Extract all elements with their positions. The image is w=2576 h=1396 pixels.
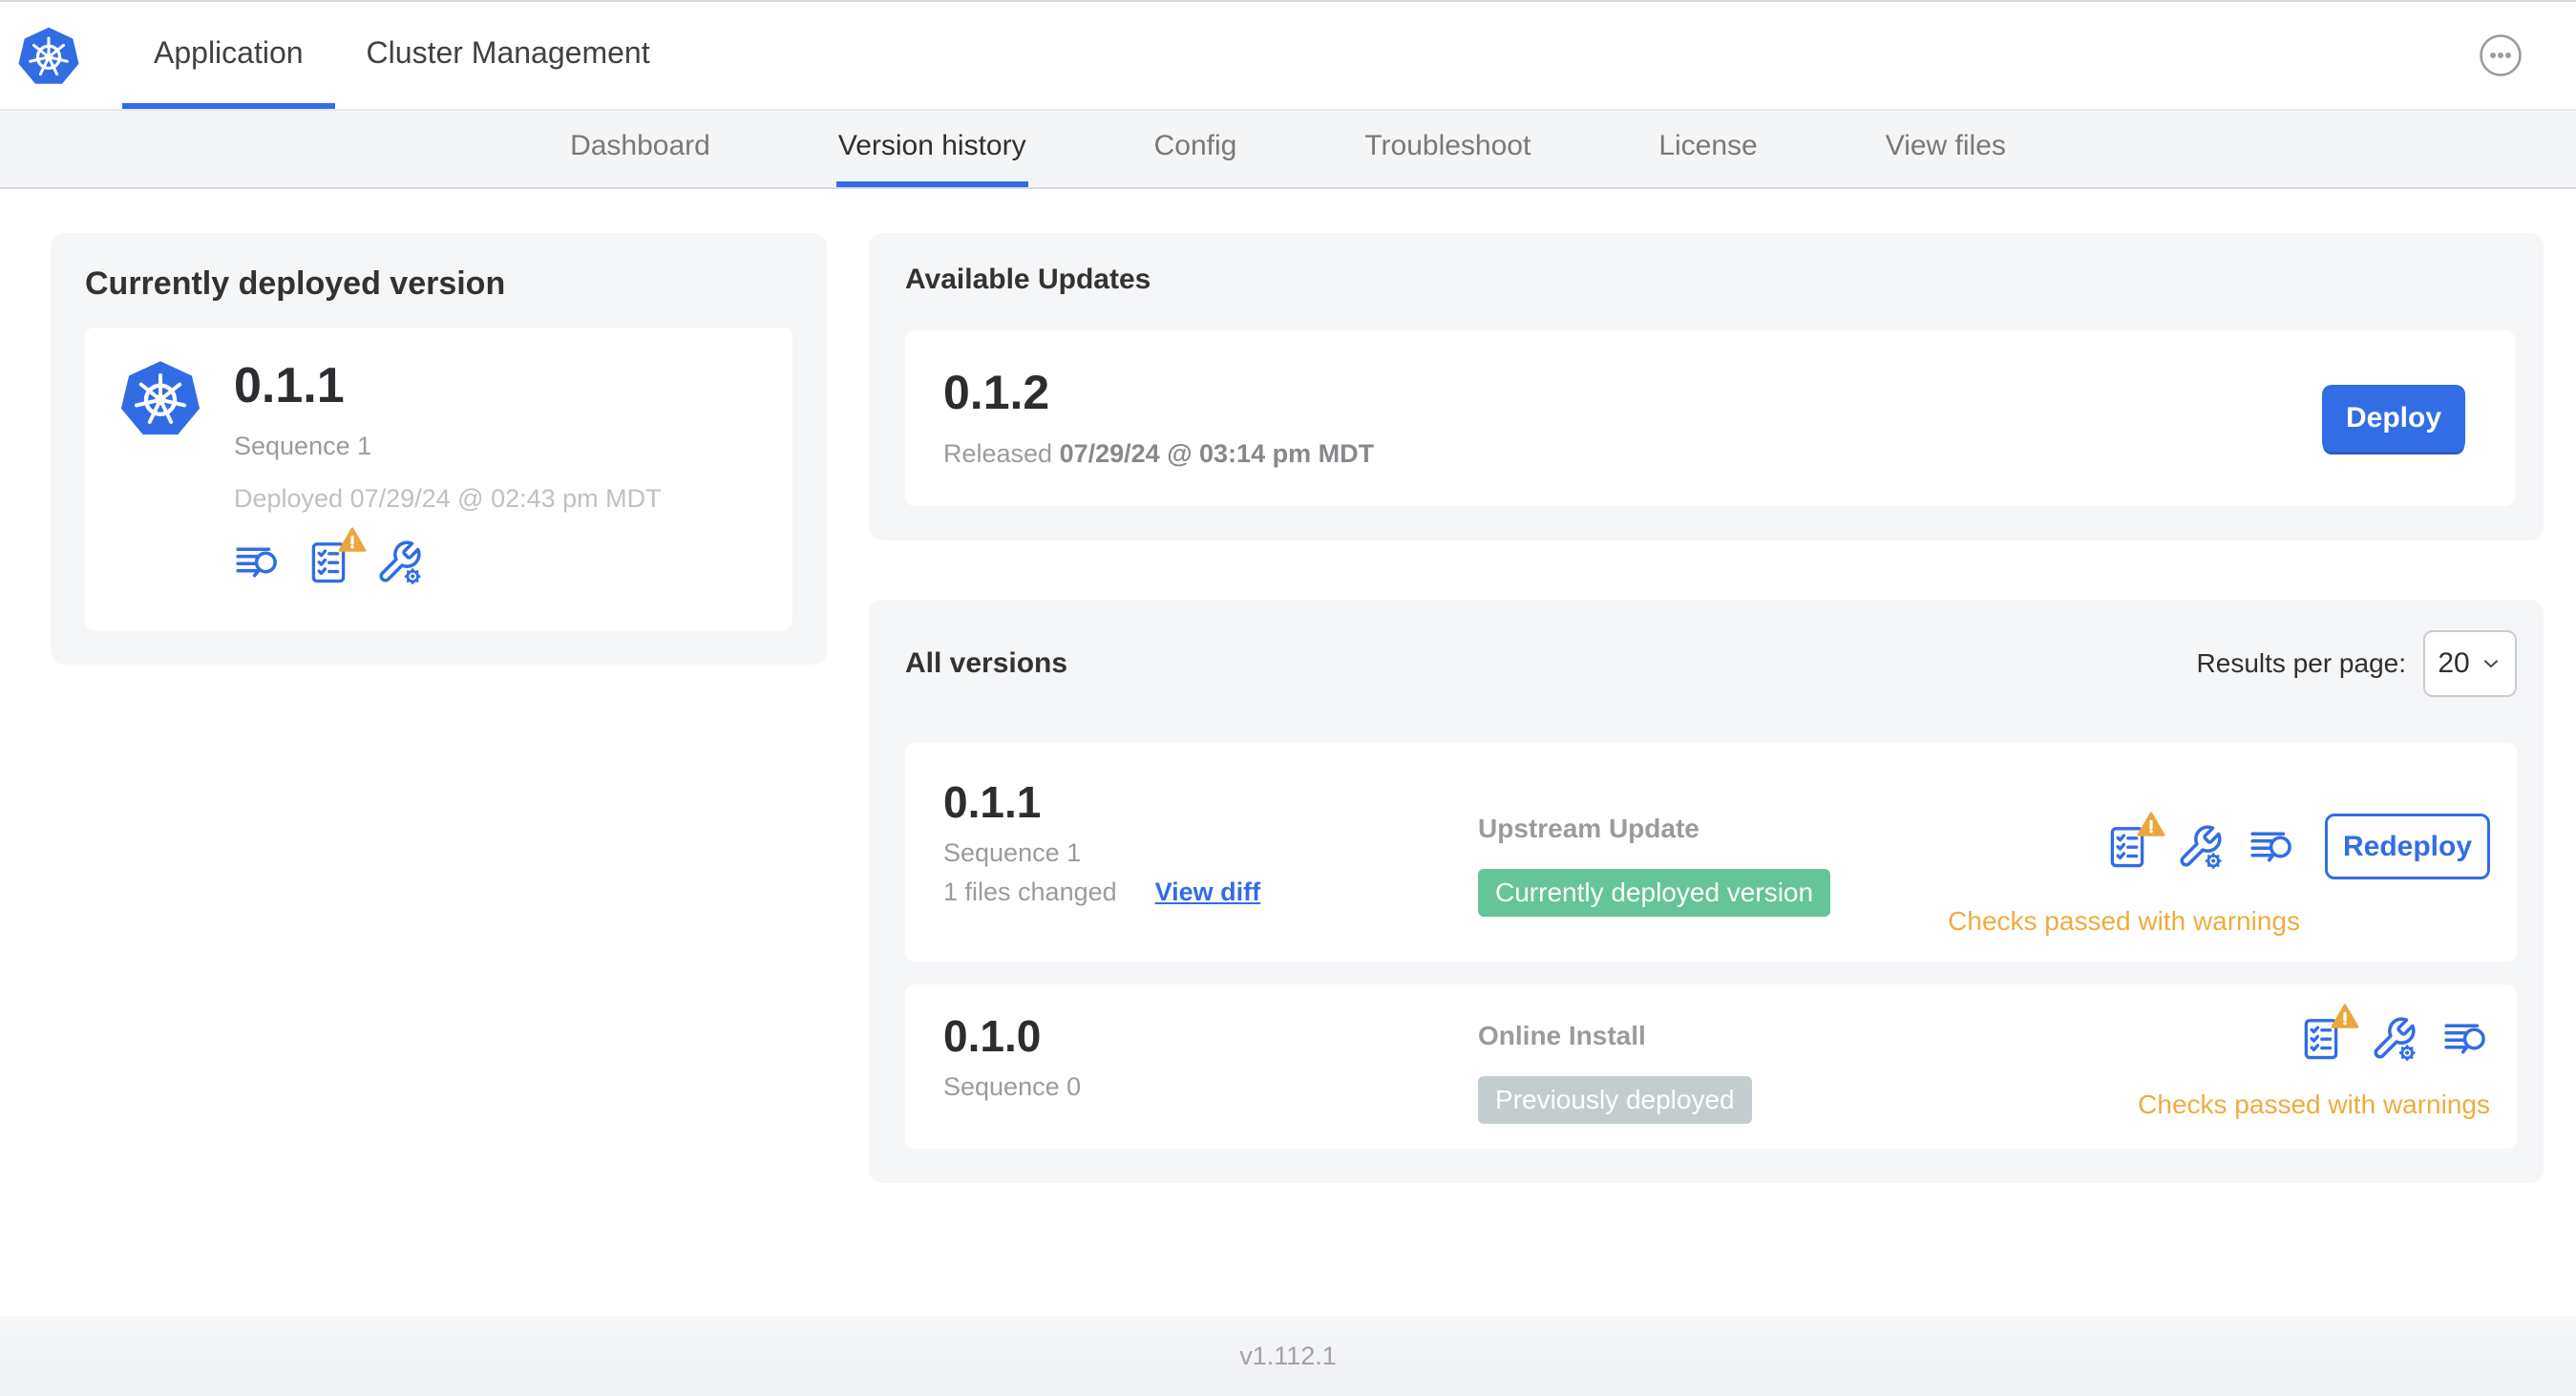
results-per-page-value: 20 (2438, 647, 2470, 679)
edit-config-icon[interactable] (375, 539, 423, 586)
version-actions: Checks passed with warnings (2138, 1004, 2490, 1120)
view-diff-logs-icon[interactable] (234, 539, 282, 586)
kubernetes-logo-icon (17, 2, 80, 109)
right-column: Available Updates 0.1.2 Released 07/29/2… (869, 233, 2544, 1183)
available-updates-heading: Available Updates (905, 264, 1151, 295)
files-changed-line: 1 files changed View diff (943, 878, 1478, 907)
version-info: 0.1.1 Sequence 1 1 files changed View di… (943, 779, 1478, 907)
available-update-info: 0.1.2 Released 07/29/24 @ 03:14 pm MDT (943, 368, 1374, 469)
view-diff-logs-icon[interactable] (2249, 823, 2296, 871)
preflight-checklist-icon[interactable] (2103, 811, 2165, 871)
version-actions: Redeploy Checks passed with warnings (1948, 811, 2490, 937)
subnav-tab-troubleshoot[interactable]: Troubleshoot (1362, 111, 1532, 187)
tab-application[interactable]: Application (122, 2, 335, 109)
tab-cluster-management[interactable]: Cluster Management (335, 2, 682, 109)
results-per-page: Results per page: 20 (2197, 630, 2517, 697)
preflight-checklist-icon[interactable] (2297, 1004, 2359, 1063)
currently-deployed-details: 0.1.1 Sequence 1 Deployed 07/29/24 @ 02:… (234, 360, 662, 586)
chevron-down-icon (2483, 660, 2498, 668)
status-badge: Currently deployed version (1478, 869, 1831, 917)
subnav-tab-view-files[interactable]: View files (1884, 111, 2008, 187)
current-sequence: Sequence 1 (234, 431, 372, 460)
console-footer: v1.112.1 (0, 1316, 2576, 1396)
tab-application-label: Application (154, 34, 304, 70)
app-subnav: Dashboard Version history Config Trouble… (0, 111, 2576, 189)
preflight-status-text[interactable]: Checks passed with warnings (1948, 906, 2300, 937)
status-badge: Previously deployed (1478, 1076, 1752, 1124)
top-navbar: Application Cluster Management (0, 2, 2576, 111)
version-source-label: Online Install (1478, 1021, 1646, 1050)
preflight-status-text[interactable]: Checks passed with warnings (2138, 1089, 2490, 1120)
warning-triangle-icon (2330, 1002, 2360, 1030)
version-sequence: Sequence 1 (943, 838, 1082, 868)
subnav-tab-license[interactable]: License (1657, 111, 1759, 187)
edit-config-icon[interactable] (2370, 1015, 2418, 1063)
preflight-checklist-icon[interactable] (305, 526, 367, 586)
version-source: Upstream Update Currently deployed versi… (1478, 814, 1948, 917)
current-version-actions (234, 526, 662, 586)
subnav-tab-version-history[interactable]: Version history (835, 111, 1028, 187)
warning-triangle-icon (2136, 810, 2166, 838)
all-versions-heading: All versions (905, 647, 1068, 679)
main-content: Currently deployed version 0.1.1 Sequenc… (0, 189, 2576, 1183)
version-row-0-1-1: 0.1.1 Sequence 1 1 files changed View di… (905, 743, 2517, 962)
top-nav-tabs: Application Cluster Management (122, 2, 682, 109)
app-kubernetes-logo-icon (119, 360, 201, 441)
version-number: 0.1.1 (943, 777, 1042, 827)
version-number: 0.1.0 (943, 1011, 1042, 1061)
version-row-0-1-0: 0.1.0 Sequence 0 Online Install Previous… (905, 984, 2517, 1149)
current-version-number: 0.1.1 (234, 358, 345, 413)
version-source-label: Upstream Update (1478, 814, 1700, 843)
tab-cluster-management-label: Cluster Management (366, 34, 650, 70)
version-info: 0.1.0 Sequence 0 (943, 1013, 1478, 1102)
all-versions-card: All versions Results per page: 20 0.1.1 … (869, 600, 2544, 1183)
currently-deployed-version-card: 0.1.1 Sequence 1 Deployed 07/29/24 @ 02:… (85, 328, 792, 630)
results-per-page-label: Results per page: (2196, 648, 2406, 678)
available-updates-card: Available Updates 0.1.2 Released 07/29/2… (869, 233, 2544, 540)
version-sequence: Sequence 0 (943, 1072, 1082, 1102)
update-version-number: 0.1.2 (943, 366, 1050, 420)
view-diff-link[interactable]: View diff (1155, 878, 1261, 907)
version-actions-line: Redeploy (2103, 811, 2490, 879)
deploy-button[interactable]: Deploy (2322, 385, 2465, 452)
available-update-row: 0.1.2 Released 07/29/24 @ 03:14 pm MDT D… (905, 330, 2515, 506)
subnav-tab-config[interactable]: Config (1152, 111, 1239, 187)
overflow-menu-button[interactable] (2479, 33, 2523, 77)
currently-deployed-heading: Currently deployed version (85, 265, 506, 302)
redeploy-button[interactable]: Redeploy (2325, 814, 2490, 879)
subnav-tab-dashboard[interactable]: Dashboard (568, 111, 712, 187)
console-version: v1.112.1 (1239, 1341, 1337, 1370)
all-versions-header: All versions Results per page: 20 (905, 630, 2517, 697)
ellipsis-icon (2480, 34, 2522, 76)
version-source: Online Install Previously deployed (1478, 1021, 2138, 1124)
update-released-timestamp: Released 07/29/24 @ 03:14 pm MDT (943, 438, 1375, 468)
version-actions-line (2297, 1004, 2490, 1063)
results-per-page-select[interactable]: 20 (2423, 630, 2517, 697)
currently-deployed-card: Currently deployed version 0.1.1 Sequenc… (51, 233, 827, 665)
view-diff-logs-icon[interactable] (2442, 1015, 2490, 1063)
edit-config-icon[interactable] (2176, 823, 2224, 871)
kots-admin-console: Application Cluster Management Dashboard… (0, 0, 2576, 1396)
warning-triangle-icon (337, 525, 368, 554)
files-changed-label: 1 files changed (943, 878, 1117, 907)
current-deployed-timestamp: Deployed 07/29/24 @ 02:43 pm MDT (234, 483, 662, 513)
